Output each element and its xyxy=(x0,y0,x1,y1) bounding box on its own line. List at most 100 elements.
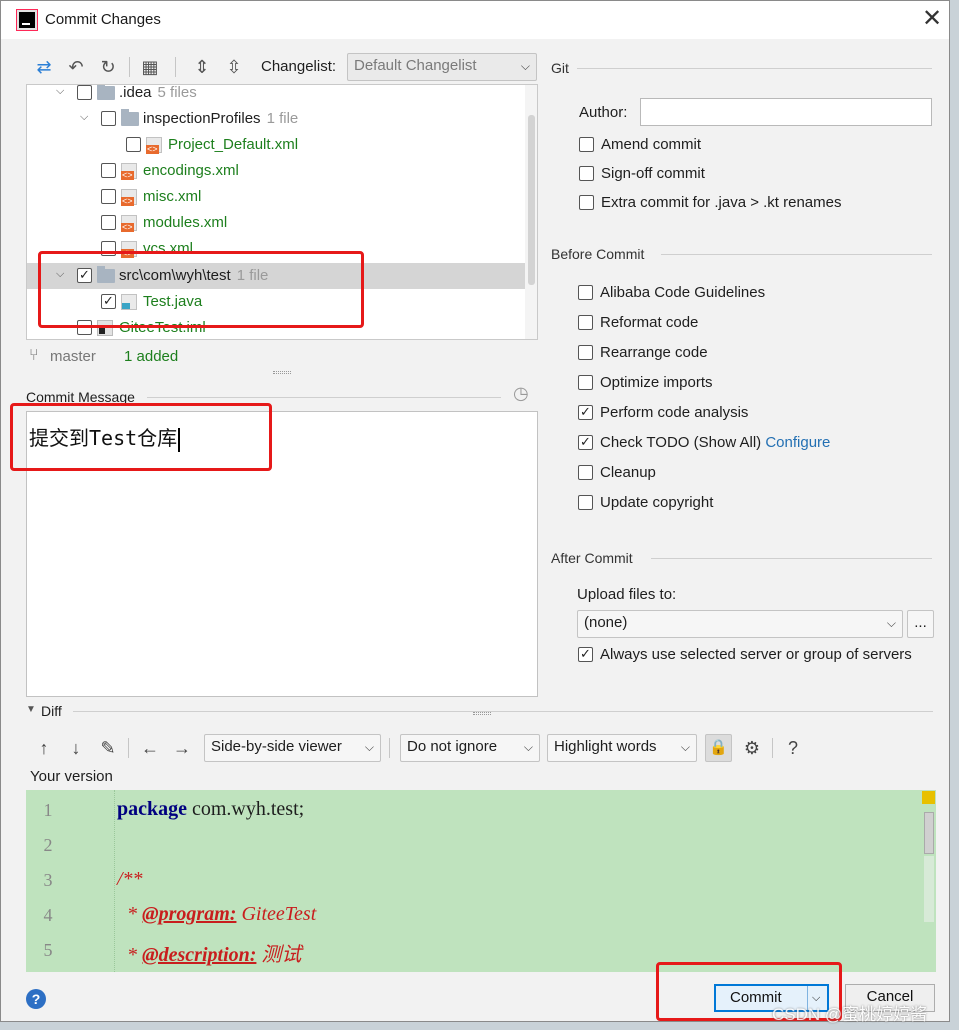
history-clock-icon[interactable]: ◷ xyxy=(513,383,529,404)
checkbox[interactable] xyxy=(578,285,593,300)
group-by-icon[interactable]: ▦ xyxy=(139,56,161,78)
option-label: Rearrange code xyxy=(600,344,708,361)
checkbox[interactable] xyxy=(578,465,593,480)
branch-name: master xyxy=(50,348,96,365)
chevron-down-icon: ⌵ xyxy=(886,616,896,630)
collapse-diff-icon[interactable]: ▼ xyxy=(26,704,36,715)
scrollbar-thumb[interactable] xyxy=(528,115,535,285)
tree-row[interactable]: vcs.xml xyxy=(27,236,525,262)
help-button[interactable]: ? xyxy=(26,989,46,1009)
checkbox[interactable] xyxy=(579,137,594,152)
chevron-down-icon[interactable]: ⌵ xyxy=(80,111,88,124)
rollback-icon[interactable]: ↶ xyxy=(65,56,87,78)
tree-row[interactable]: ⌵ .idea 5 files xyxy=(27,84,525,106)
folder-icon xyxy=(121,109,139,126)
checkbox[interactable] xyxy=(101,215,116,230)
chevron-down-icon[interactable]: ⌵ xyxy=(56,85,64,98)
checkbox[interactable] xyxy=(579,195,594,210)
changelist-label: Changelist: xyxy=(261,58,337,75)
splitter-grip[interactable] xyxy=(473,712,491,715)
tree-label: modules.xml xyxy=(143,214,228,231)
tree-label: GiteeTest.iml xyxy=(119,319,206,336)
tree-row-selected[interactable]: ⌵ ✓ src\com\wyh\test 1 file xyxy=(27,263,525,289)
tree-label: encodings.xml xyxy=(143,162,239,179)
checkbox[interactable]: ✓ xyxy=(101,294,116,309)
tree-label: src\com\wyh\test 1 file xyxy=(119,267,269,284)
scrollbar-thumb[interactable] xyxy=(924,812,934,854)
upload-server-select[interactable]: (none) ⌵ xyxy=(577,610,903,638)
edit-pencil-icon[interactable]: ✎ xyxy=(97,737,119,759)
checkbox[interactable] xyxy=(101,163,116,178)
checkbox[interactable] xyxy=(579,166,594,181)
checkbox[interactable] xyxy=(578,375,593,390)
configure-link[interactable]: Configure xyxy=(765,434,830,451)
tree-row[interactable]: encodings.xml xyxy=(27,158,525,184)
splitter-grip[interactable] xyxy=(273,371,291,374)
tree-row[interactable]: GiteeTest.iml xyxy=(27,315,525,339)
browse-servers-button[interactable]: ... xyxy=(907,610,934,638)
option-label: Alibaba Code Guidelines xyxy=(600,284,766,301)
tree-label: Test.java xyxy=(143,293,203,310)
checkbox[interactable]: ✓ xyxy=(77,268,92,283)
whitespace-value: Do not ignore xyxy=(407,738,498,755)
option-label: Optimize imports xyxy=(600,374,713,391)
xml-file-icon xyxy=(121,241,137,258)
code-scrollbar[interactable] xyxy=(922,790,936,972)
highlight-select[interactable]: Highlight words ⌵ xyxy=(547,734,697,762)
tree-label: .idea 5 files xyxy=(119,84,197,101)
checkbox[interactable] xyxy=(77,85,92,100)
whitespace-select[interactable]: Do not ignore ⌵ xyxy=(400,734,540,762)
tree-row[interactable]: misc.xml xyxy=(27,184,525,210)
checkbox[interactable]: ✓ xyxy=(578,405,593,420)
tree-row[interactable]: ⌵ inspectionProfiles 1 file xyxy=(27,106,525,132)
option-label: Check TODO (Show All) Configure xyxy=(600,434,831,451)
checkbox[interactable] xyxy=(578,495,593,510)
arrow-right-icon[interactable]: → xyxy=(171,737,193,759)
checkbox[interactable]: ✓ xyxy=(578,647,593,662)
tree-row[interactable]: ✓ Test.java xyxy=(27,289,525,315)
refresh-icon[interactable]: ↻ xyxy=(97,56,119,78)
checkbox[interactable] xyxy=(101,189,116,204)
tree-row[interactable]: modules.xml xyxy=(27,210,525,236)
before-commit-title: Before Commit xyxy=(551,246,645,262)
tree-row[interactable]: Project_Default.xml xyxy=(27,132,525,158)
code-line: /** xyxy=(117,868,143,890)
arrow-up-icon[interactable]: ↑ xyxy=(33,737,55,759)
diff-code-view[interactable]: 1 package com.wyh.test; 2 3 /** 4 * @pro… xyxy=(26,790,936,972)
arrow-down-icon[interactable]: ↓ xyxy=(65,737,87,759)
checkbox[interactable] xyxy=(77,320,92,335)
gear-icon[interactable]: ⚙ xyxy=(741,737,763,759)
author-input[interactable] xyxy=(640,98,932,126)
checkbox[interactable] xyxy=(101,111,116,126)
xml-file-icon xyxy=(121,215,137,232)
viewer-select[interactable]: Side-by-side viewer ⌵ xyxy=(204,734,381,762)
window-title: Commit Changes xyxy=(45,11,161,28)
option-label: Amend commit xyxy=(601,136,702,153)
help-icon[interactable]: ? xyxy=(782,737,804,759)
arrow-left-icon[interactable]: ← xyxy=(139,737,161,759)
show-diff-icon[interactable]: ⇄ xyxy=(33,56,55,78)
lock-icon[interactable]: 🔒 xyxy=(705,734,732,762)
checkbox[interactable] xyxy=(578,315,593,330)
commit-message-input[interactable]: 提交到Test仓库 xyxy=(26,411,538,697)
chevron-down-icon[interactable]: ⌵ xyxy=(56,268,64,281)
changes-tree[interactable]: ⌵ .idea 5 files ⌵ inspectionProfiles 1 fil… xyxy=(26,84,538,340)
highlight-value: Highlight words xyxy=(554,738,657,755)
checkbox[interactable] xyxy=(578,345,593,360)
checkbox[interactable]: ✓ xyxy=(578,435,593,450)
commit-message-label: Commit Message xyxy=(26,389,135,405)
tree-scrollbar[interactable] xyxy=(525,85,537,339)
checkbox[interactable] xyxy=(126,137,141,152)
changelist-select[interactable]: Default Changelist ⌵ xyxy=(347,53,537,81)
toolbar-separator xyxy=(128,738,129,758)
option-label: Cleanup xyxy=(600,464,656,481)
csdn-watermark: CSDN @蜜桃婷婷酱 xyxy=(772,1005,928,1024)
collapse-all-icon[interactable]: ⇳ xyxy=(223,56,245,78)
branch-icon: ⑂ xyxy=(29,347,39,364)
code-line: * @description: 测试 xyxy=(127,944,302,966)
section-divider xyxy=(577,68,932,69)
checkbox[interactable] xyxy=(101,241,116,256)
option-label: Update copyright xyxy=(600,494,714,511)
expand-all-icon[interactable]: ⇕ xyxy=(191,56,213,78)
close-icon[interactable]: ✕ xyxy=(917,5,947,33)
